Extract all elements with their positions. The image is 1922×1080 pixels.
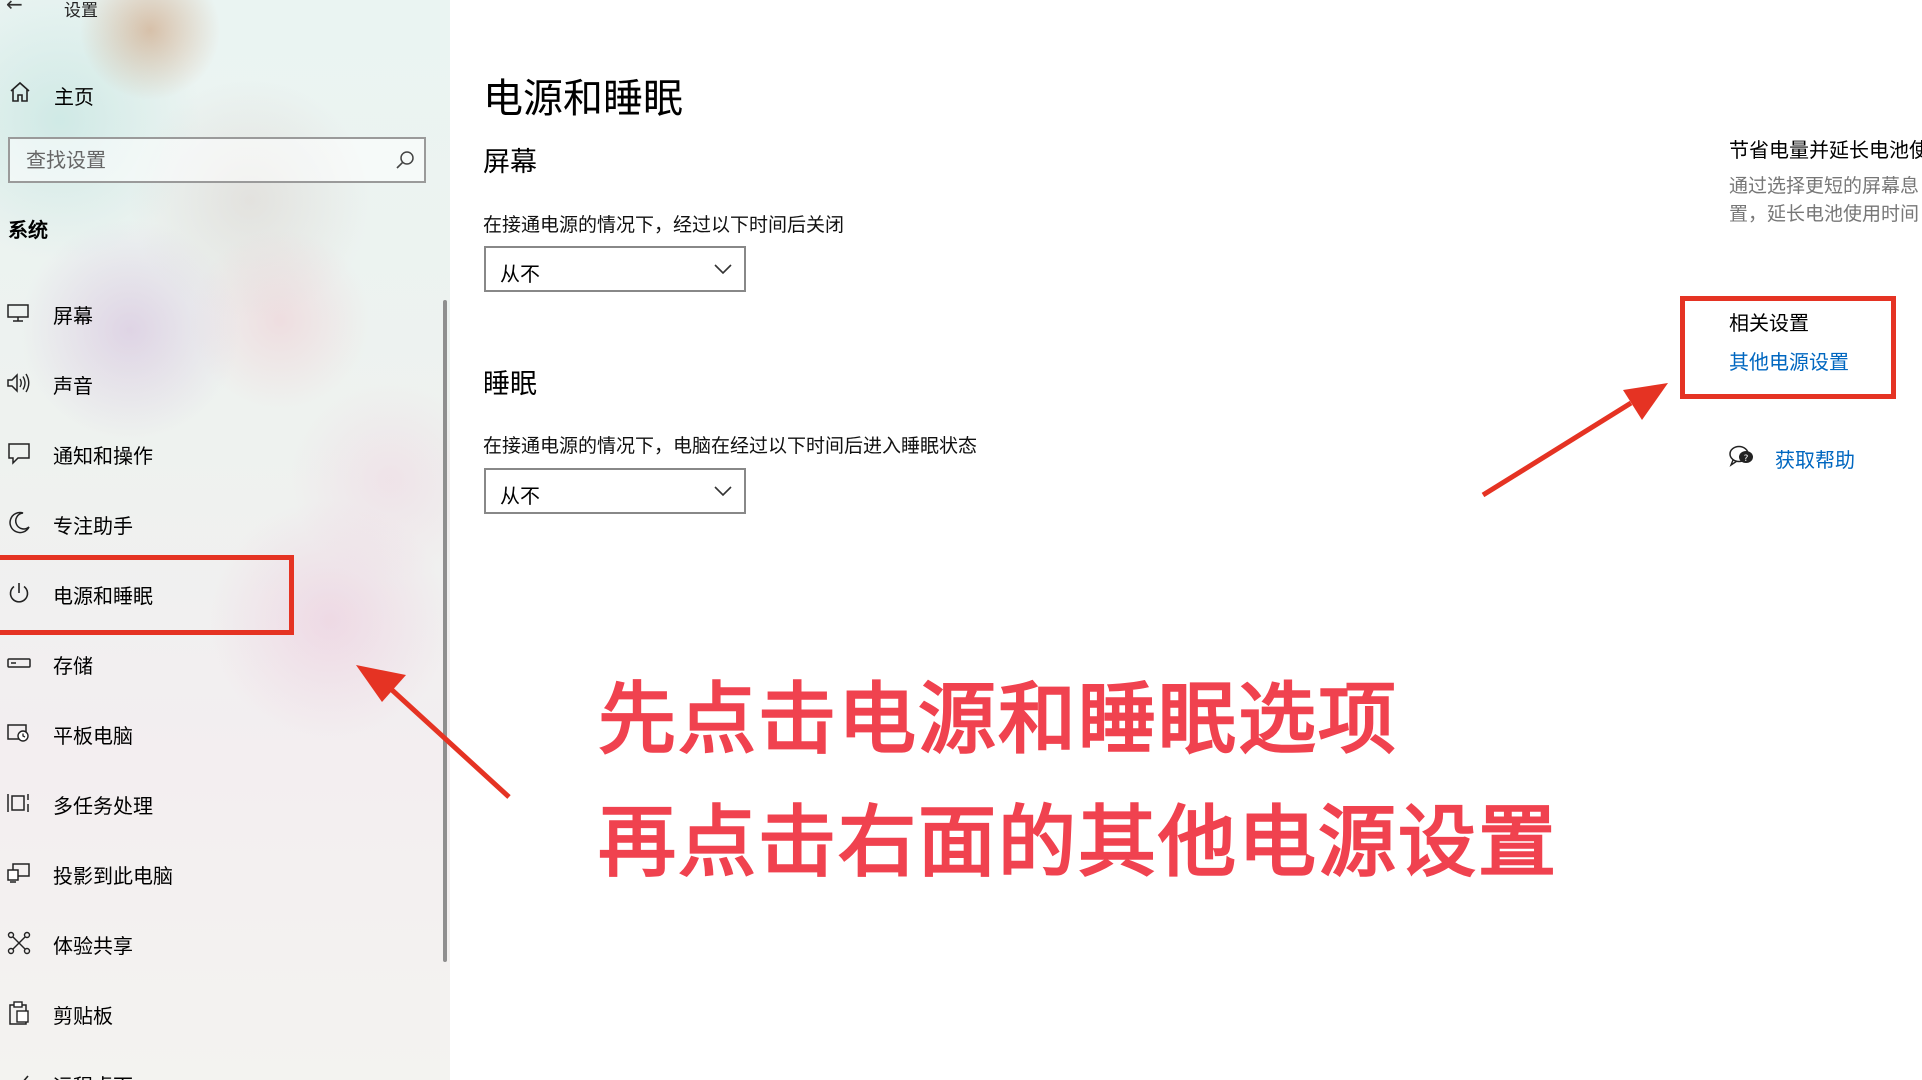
annotation-highlight-power-sleep	[0, 555, 294, 635]
dropdown-value: 从不	[500, 262, 540, 286]
sidebar-item-label: 多任务处理	[53, 794, 153, 818]
battery-tip-description: 通过选择更短的屏幕息 置，延长电池使用时间	[1729, 172, 1922, 228]
sidebar-item-label: 声音	[53, 374, 93, 398]
sidebar-item-storage[interactable]: 存储	[0, 638, 440, 688]
sidebar-item-label: 主页	[54, 85, 94, 109]
app-title: 设置	[64, 1, 98, 21]
sidebar-item-remote-desktop[interactable]: 远程桌面	[0, 1058, 440, 1080]
clipboard-icon	[9, 1001, 29, 1025]
sidebar-item-label: 专注助手	[53, 514, 133, 538]
moon-icon	[9, 511, 30, 534]
storage-icon	[7, 658, 31, 668]
battery-tip-line: 置，延长电池使用时间	[1729, 203, 1920, 225]
get-help-link[interactable]: 获取帮助	[1775, 444, 1855, 473]
sidebar-item-sound[interactable]: 声音	[0, 358, 440, 408]
sidebar-item-label: 远程桌面	[53, 1070, 133, 1080]
sleep-timeout-label: 在接通电源的情况下，电脑在经过以下时间后进入睡眠状态	[483, 435, 978, 457]
page-title: 电源和睡眠	[483, 76, 683, 122]
section-title-sleep: 睡眠	[483, 369, 537, 400]
sleep-timeout-dropdown[interactable]: 从不	[484, 468, 746, 514]
monitor-icon	[7, 304, 29, 322]
multitask-icon	[7, 794, 29, 812]
annotation-text-line1: 先点击电源和睡眠选项	[598, 675, 1399, 765]
screen-timeout-dropdown[interactable]: 从不	[484, 246, 746, 292]
home-icon	[10, 81, 30, 102]
battery-tip-heading: 节省电量并延长电池使	[1729, 138, 1922, 162]
sidebar-item-tablet[interactable]: 平板电脑	[0, 708, 440, 758]
sidebar-item-label: 通知和操作	[53, 444, 153, 468]
tablet-icon	[7, 724, 29, 742]
search-icon[interactable]	[394, 149, 416, 171]
chevron-down-icon	[714, 486, 732, 497]
speaker-icon	[7, 373, 30, 393]
sidebar-item-project[interactable]: 投影到此电脑	[0, 848, 440, 898]
search-input[interactable]	[10, 139, 380, 181]
sidebar-scrollbar[interactable]	[443, 300, 447, 962]
sidebar-item-label: 体验共享	[53, 934, 133, 958]
message-icon	[8, 443, 30, 465]
sidebar: ← 设置 主页 系统 屏幕 声音	[0, 0, 450, 1080]
help-chat-icon: ?	[1729, 445, 1753, 467]
annotation-text-line2: 再点击右面的其他电源设置	[598, 798, 1559, 888]
sidebar-item-label: 剪贴板	[53, 1004, 113, 1028]
sidebar-item-notifications[interactable]: 通知和操作	[0, 428, 440, 478]
section-title-screen: 屏幕	[483, 147, 537, 178]
sidebar-item-focus-assist[interactable]: 专注助手	[0, 498, 440, 548]
chevron-down-icon	[714, 264, 732, 275]
sidebar-item-label: 平板电脑	[53, 724, 133, 748]
svg-text:?: ?	[1744, 454, 1749, 464]
share-icon	[7, 931, 31, 955]
sidebar-item-screen[interactable]: 屏幕	[0, 288, 440, 338]
section-label-system: 系统	[8, 218, 48, 242]
project-icon	[7, 863, 30, 883]
sidebar-item-label: 存储	[53, 654, 93, 678]
screen-timeout-label: 在接通电源的情况下，经过以下时间后关闭	[483, 214, 845, 236]
sidebar-item-multitasking[interactable]: 多任务处理	[0, 778, 440, 828]
battery-tip-line: 通过选择更短的屏幕息	[1729, 175, 1920, 197]
dropdown-value: 从不	[500, 484, 540, 508]
sidebar-item-shared-experiences[interactable]: 体验共享	[0, 918, 440, 968]
search-box	[8, 137, 426, 183]
remote-icon	[23, 1075, 29, 1080]
back-arrow-icon[interactable]: ←	[6, 0, 23, 16]
main-content: 电源和睡眠 屏幕 在接通电源的情况下，经过以下时间后关闭 从不 睡眠 在接通电源…	[450, 0, 1922, 1080]
sidebar-item-label: 投影到此电脑	[53, 864, 173, 888]
annotation-highlight-related	[1680, 296, 1896, 399]
sidebar-item-clipboard[interactable]: 剪贴板	[0, 988, 440, 1038]
sidebar-item-label: 屏幕	[53, 304, 93, 328]
